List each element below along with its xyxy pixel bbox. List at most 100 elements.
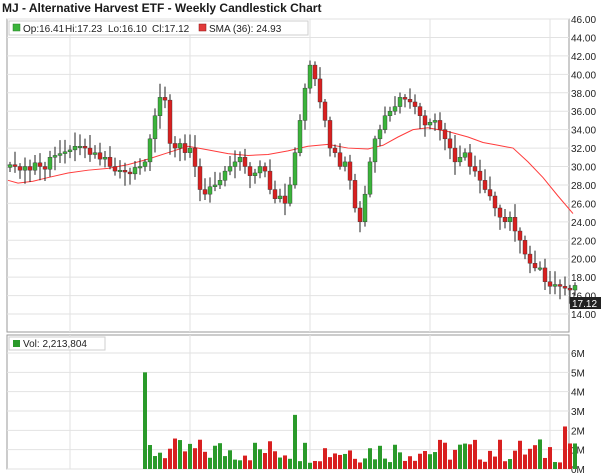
volume-bar [203,451,207,469]
candle-body [337,152,343,167]
candle-body [112,166,118,172]
candle-body [37,162,43,167]
candle-body [27,166,33,171]
legend-close: Cl:17.12 [152,24,190,35]
candle-body [327,120,333,149]
volume-bar [548,447,552,469]
volume-bar [288,458,292,469]
volume-bar [558,462,562,469]
volume-bar [343,453,347,469]
candle-body [467,152,473,167]
candle-body [57,153,63,156]
volume-bar [193,448,197,469]
price-tick-label: 32.00 [571,144,596,155]
candle-body [217,180,223,186]
volume-bar [303,442,307,469]
price-tick-label: 44.00 [571,33,596,44]
volume-bar [263,453,267,469]
candle-body [187,147,193,153]
volume-bar [323,448,327,469]
candle-body [72,146,78,151]
candle-body [307,64,313,89]
candle-body [132,167,138,175]
volume-bar [313,460,317,469]
volume-bar [243,455,247,469]
volume-bar [358,462,362,469]
price-tick-label: 14.00 [571,310,596,321]
candles [7,60,578,304]
volume-bar [293,414,297,469]
candle-body [42,166,48,170]
candle-body [452,147,458,163]
candle-body [407,99,413,103]
price-tick-label: 24.00 [571,218,596,229]
volume-bar [568,443,572,469]
candle-body [62,151,68,154]
volume-bar [443,442,447,469]
candle-body [552,284,558,287]
volume-bar [493,456,497,469]
volume-bar [478,459,482,469]
volume-tick-label: 5M [571,368,585,379]
candle-body [367,161,373,195]
candle-body [152,115,158,140]
volume-bar [148,445,152,469]
candle-body [532,263,538,269]
candle-body [472,166,478,172]
candle-body [362,193,368,223]
volume-bar [563,426,567,469]
candle-body [497,207,503,218]
volume-bar [498,439,502,469]
candle-body [302,87,308,121]
candle-body [142,161,148,167]
candle-body [432,120,438,123]
volume-bar [408,456,412,469]
candle-body [167,99,173,144]
candle-body [222,170,228,181]
candle-body [107,157,113,167]
candle-body [232,161,238,167]
volume-bar [398,452,402,469]
candle-body [507,217,513,223]
volume-bar [268,441,272,469]
volume-bar [333,453,337,469]
candle-body [32,162,38,171]
candle-body [12,164,18,167]
sma-legend-swatch [198,23,207,32]
candle-body [257,166,263,174]
volume-bar [463,443,467,469]
price-tick-label: 42.00 [571,52,596,63]
candle-body [177,143,183,149]
volume-bar [168,448,172,469]
candle-body [417,106,423,116]
ohlc-legend-swatch [12,23,21,32]
candle-body [77,146,83,148]
candle-body [262,166,268,172]
candle-body [197,166,203,190]
candle-body [377,129,383,140]
volume-bar [473,439,477,469]
volume-panel-frame [6,334,570,470]
volume-bar [468,444,472,469]
candle-body [482,180,488,190]
volume-bar [528,448,532,469]
candle-body [402,97,408,100]
chart-title: MJ - Alternative Harvest ETF - Weekly Ca… [2,1,321,15]
volume-bar [213,445,217,469]
volume-legend-swatch [13,340,20,347]
candle-body [502,217,508,223]
volume-bar [508,459,512,469]
candle-body [357,207,363,223]
candle-body [332,147,338,153]
volume-grid [7,335,569,470]
volume-bar [328,457,332,469]
candle-body [557,284,563,287]
price-tick-label: 26.00 [571,199,596,210]
candle-body [567,287,573,291]
volume-bar [208,457,212,469]
volume-tick-label: 6M [571,349,585,360]
last-price-label: 17.12 [572,299,597,310]
candle-body [182,143,188,153]
candle-body [242,157,248,167]
candle-body [572,285,578,291]
